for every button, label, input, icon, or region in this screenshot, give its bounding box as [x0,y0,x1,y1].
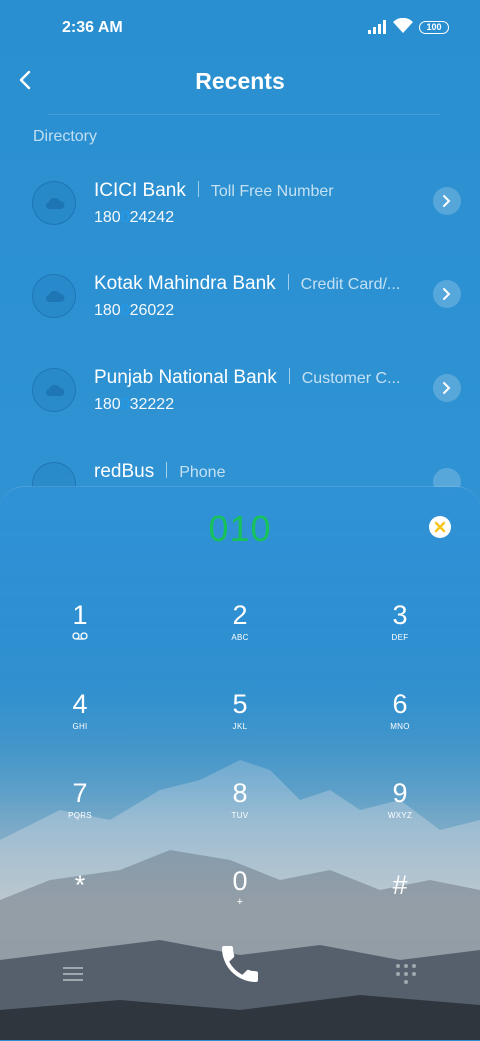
dialed-number-display[interactable]: 010 [0,508,480,550]
cloud-icon [45,384,65,397]
key-digit: * [74,870,86,900]
directory-item[interactable]: Kotak Mahindra Bank Credit Card/... 18002… [0,273,480,356]
contact-name-row: ICICI Bank Toll Free Number [94,180,334,202]
dialpad-icon[interactable] [394,963,418,985]
number-highlight: 0 [120,396,130,413]
contact-name: redBus [94,461,155,482]
details-button[interactable] [433,280,461,308]
contact-label: Customer C... [301,370,401,387]
dial-key-2[interactable]: 2 ABC [190,600,290,670]
contact-name-row: Kotak Mahindra Bank Credit Card/... [94,273,400,295]
dial-key-4[interactable]: 4 GHI [30,689,130,759]
dial-key-1[interactable]: 1 [30,600,130,670]
directory-item[interactable]: Punjab National Bank Customer C... 180032… [0,367,480,450]
number-part: 180 [94,209,121,226]
contact-avatar [32,368,76,412]
voicemail-icon [72,632,88,640]
chevron-right-icon [443,195,451,207]
dial-key-3[interactable]: 3 DEF [350,600,450,670]
number-highlight: 0 [120,302,130,319]
contact-label: Phone [179,464,226,481]
key-digit: 0 [232,866,248,896]
separator [287,274,289,290]
key-digit: 6 [392,689,408,719]
number-part: 180 [94,396,121,413]
key-digit: 7 [72,778,88,808]
dial-key-star[interactable]: * [30,870,130,940]
dial-key-6[interactable]: 6 MNO [350,689,450,759]
dial-key-0[interactable]: 0 + [190,866,290,936]
call-button[interactable] [216,940,264,988]
status-time: 2:36 AM [62,19,123,36]
key-digit: 3 [392,600,408,630]
key-letters: WXYZ [387,811,413,820]
separator [166,462,168,478]
dial-key-7[interactable]: 7 PQRS [30,778,130,848]
number-part: 26022 [129,302,175,319]
number-part: 180 [94,302,121,319]
signal-icon [368,20,386,34]
header-divider [48,114,440,115]
key-digit: 8 [232,778,248,808]
contact-label: Toll Free Number [210,183,334,200]
key-letters: ABC [231,633,249,642]
separator [288,368,290,384]
key-digit: # [392,870,408,900]
close-icon [434,521,446,533]
key-letters: DEF [391,633,409,642]
key-digit: 1 [72,600,88,630]
key-letters: TUV [231,811,249,820]
wifi-icon [393,18,413,33]
battery-icon: 100 [419,21,449,34]
contact-name-row: redBus Phone [94,461,225,483]
contact-avatar [32,274,76,318]
key-letters: MNO [390,722,410,731]
contact-name: Punjab National Bank [94,367,277,388]
phone-number: 180024242 [94,209,174,227]
page-title: Recents [195,68,285,94]
key-digit: 9 [392,778,408,808]
chevron-right-icon [443,288,451,300]
key-letters: GHI [72,722,88,731]
number-part: 32222 [129,396,175,413]
contact-label: Credit Card/... [300,276,401,293]
dial-key-9[interactable]: 9 WXYZ [350,778,450,848]
key-digit: 2 [232,600,248,630]
section-label-directory: Directory [33,128,98,145]
key-digit: 4 [72,689,88,719]
clear-input-button[interactable] [429,516,451,538]
key-letters: + [236,896,244,908]
phone-number: 180026022 [94,302,174,320]
top-bar: Recents [0,56,480,112]
contact-name: Kotak Mahindra Bank [94,273,276,294]
number-highlight: 0 [120,209,130,226]
phone-number: 180032222 [94,396,174,414]
details-button[interactable] [433,187,461,215]
status-bar: 2:36 AM 100 [0,0,480,56]
contact-avatar [32,181,76,225]
dial-key-5[interactable]: 5 JKL [190,689,290,759]
dial-key-hash[interactable]: # [350,870,450,940]
menu-icon[interactable] [63,966,83,982]
directory-item[interactable]: ICICI Bank Toll Free Number 180024242 [0,180,480,263]
separator [197,181,199,197]
key-letters: JKL [232,722,248,731]
key-digit: 5 [232,689,248,719]
key-letters: PQRS [68,811,92,820]
dial-key-8[interactable]: 8 TUV [190,778,290,848]
number-part: 24242 [129,209,175,226]
cloud-icon [45,290,65,303]
contact-name: ICICI Bank [94,180,186,201]
chevron-right-icon [443,382,451,394]
cloud-icon [45,197,65,210]
details-button[interactable] [433,374,461,402]
contact-name-row: Punjab National Bank Customer C... [94,367,400,389]
